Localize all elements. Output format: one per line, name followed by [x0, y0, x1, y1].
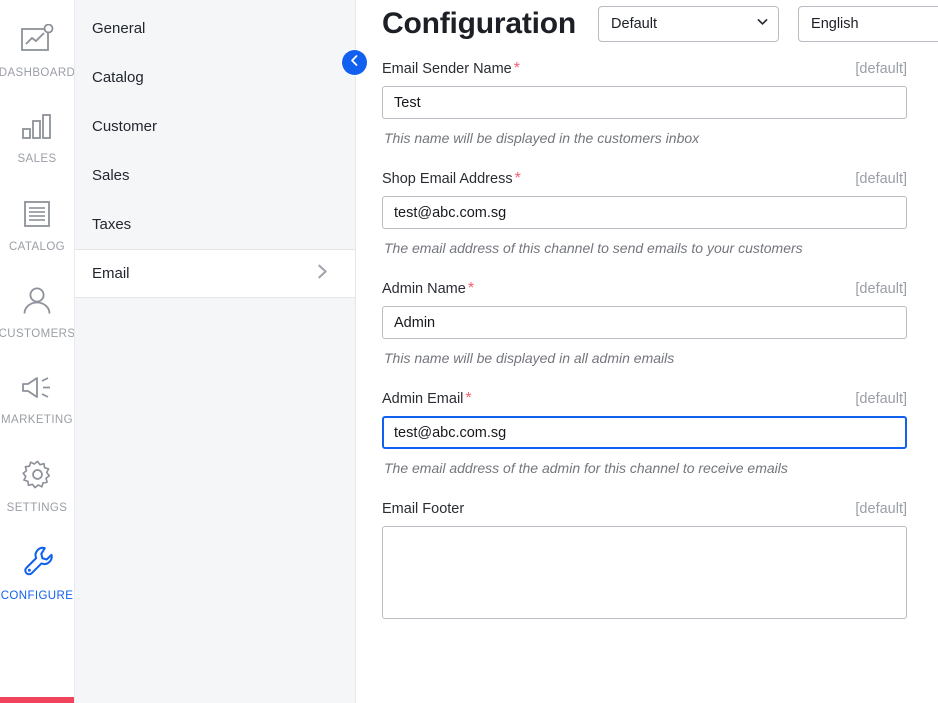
field-admin-name: Admin Name * [default] [382, 280, 938, 339]
field-email-sender-name-head: Email Sender Name * [default] [382, 60, 907, 78]
field-email-sender-name: Email Sender Name * [default] [382, 60, 938, 119]
field-email-footer-head: Email Footer [default] [382, 500, 907, 518]
field-email-sender-name-label: Email Sender Name * [382, 60, 520, 77]
subnav-item-taxes[interactable]: Taxes [75, 200, 355, 249]
settings-gear-icon [21, 459, 53, 495]
field-admin-email-default-badge: [default] [855, 391, 907, 407]
subnav-item-catalog-label: Catalog [92, 69, 144, 86]
hint-shop-email-address: The email address of this channel to sen… [384, 240, 803, 256]
configure-wrench-icon [21, 545, 54, 583]
required-marker: * [465, 390, 472, 407]
hint-email-sender-name: This name will be displayed in the custo… [384, 130, 700, 146]
hint-admin-email: The email address of the admin for this … [384, 460, 788, 476]
rail-item-customers[interactable]: CUSTOMERS [0, 269, 74, 356]
rail-item-customers-label: CUSTOMERS [0, 327, 75, 340]
field-admin-email-label: Admin Email * [382, 390, 472, 407]
hint-admin-name: This name will be displayed in all admin… [384, 350, 675, 366]
subnav-item-general-label: General [92, 20, 146, 37]
rail-item-configure[interactable]: CONFIGURE [0, 530, 74, 617]
required-marker: * [467, 280, 475, 297]
rail-item-configure-label: CONFIGURE [0, 590, 74, 602]
subnav-item-customer[interactable]: Customer [75, 102, 355, 151]
page-title: Configuration [382, 7, 577, 40]
field-email-footer-label: Email Footer [382, 501, 465, 517]
field-shop-email-address-label: Shop Email Address * [382, 170, 521, 187]
rail-item-catalog-label: CATALOG [8, 240, 66, 253]
channel-select[interactable]: Default [598, 6, 780, 42]
language-select-wrapper: English [798, 6, 938, 42]
subnav-item-general[interactable]: General [75, 4, 355, 53]
field-admin-name-label: Admin Name * [382, 280, 475, 297]
chevron-right-icon [314, 263, 331, 284]
email-configuration-form: Email Sender Name* [default] This name w… [382, 46, 938, 619]
subnav-item-sales[interactable]: Sales [75, 151, 355, 200]
field-admin-name-head: Admin Name * [default] [382, 280, 907, 298]
customers-person-icon [21, 286, 53, 321]
required-marker: * [513, 60, 520, 77]
catalog-list-icon [22, 199, 52, 234]
rail-bottom-accent-bar [0, 697, 74, 703]
admin-email-input[interactable] [382, 416, 907, 449]
field-shop-email-address-head: Shop Email Address * [default] [382, 170, 907, 188]
field-admin-email-head: Admin Email * [default] [382, 390, 907, 408]
app-root: DASHBOARD SALES CATALOG CUSTOMERS MARKET… [0, 0, 938, 703]
sales-bar-chart-icon [21, 113, 53, 146]
subnav-item-customer-label: Customer [92, 118, 158, 135]
main-content: Configuration Default English Email Send… [356, 0, 938, 703]
channel-select-wrapper: Default [598, 6, 780, 42]
field-admin-email: Admin Email * [default] [382, 390, 938, 449]
field-email-footer-default-badge: [default] [855, 501, 907, 517]
subnav-item-email-label: Email [92, 265, 130, 282]
chevron-left-icon [348, 54, 361, 72]
rail-item-settings[interactable]: SETTINGS [0, 443, 74, 530]
shop-email-address-input[interactable] [382, 196, 907, 229]
page-header: Configuration Default English [382, 0, 938, 46]
subnav-item-taxes-label: Taxes [92, 216, 132, 233]
required-marker: * [514, 170, 521, 187]
rail-item-dashboard-label: DASHBOARD [0, 67, 75, 79]
rail-item-catalog[interactable]: CATALOG [0, 182, 74, 269]
field-admin-name-default-badge: [default] [855, 281, 907, 297]
rail-item-marketing[interactable]: MARKETING [0, 356, 74, 443]
field-shop-email-address-default-badge: [default] [855, 171, 907, 187]
field-shop-email-address: Shop Email Address * [default] [382, 170, 938, 229]
rail-item-sales[interactable]: SALES [0, 95, 74, 182]
subnav-item-sales-label: Sales [92, 167, 130, 184]
rail-item-dashboard[interactable]: DASHBOARD [0, 8, 74, 95]
marketing-megaphone-icon [20, 374, 54, 407]
subnav-item-email[interactable]: Email [75, 249, 355, 298]
field-email-footer: Email Footer [default] [382, 500, 938, 619]
email-sender-name-input[interactable] [382, 86, 907, 119]
rail-item-settings-label: SETTINGS [6, 502, 68, 514]
settings-subnav: General Catalog Customer Sales Taxes Ema… [75, 0, 367, 703]
dashboard-icon [20, 23, 54, 60]
rail-item-sales-label: SALES [17, 152, 57, 165]
admin-name-input[interactable] [382, 306, 907, 339]
subnav-item-catalog[interactable]: Catalog [75, 53, 355, 102]
subnav-collapse-button[interactable] [342, 50, 367, 75]
field-email-sender-name-default-badge: [default] [855, 61, 907, 77]
rail-item-marketing-label: MARKETING [1, 413, 73, 426]
primary-icon-rail: DASHBOARD SALES CATALOG CUSTOMERS MARKET… [0, 0, 75, 703]
email-footer-textarea[interactable] [382, 526, 907, 619]
language-select[interactable]: English [798, 6, 938, 42]
